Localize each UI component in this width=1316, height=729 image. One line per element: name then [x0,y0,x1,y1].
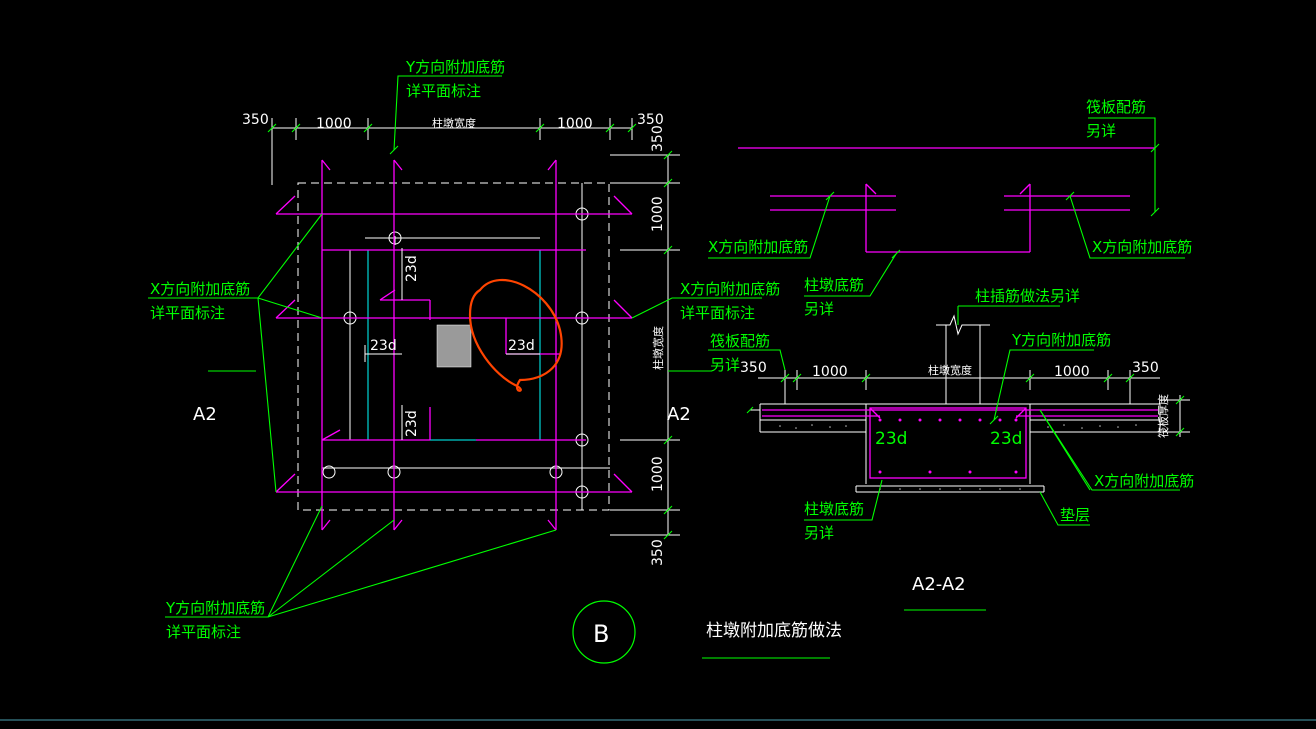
detail-circle-label: B [593,620,609,648]
note-y-bottom-1: Y方向附加底筋 [165,599,265,617]
section-mark-left: A2 [193,404,217,425]
markup-ellipse [468,278,563,392]
upper-pier-note-1: 柱墩底筋 [804,276,864,294]
sec-raft-note-2: 另详 [710,356,740,374]
note-x-right-1: X方向附加底筋 [680,280,780,298]
plan-view: 350 1000 柱墩宽度 1000 350 350 1000 柱墩宽度 100… [148,58,780,641]
note-y-top-1: Y方向附加底筋 [405,58,505,76]
plan-dim-right-350-bottom: 350 [650,539,666,566]
note-y-bottom-2: 详平面标注 [166,623,241,641]
plan-dim-pier-width: 柱墩宽度 [432,116,476,130]
upper-pier-note-2: 另详 [804,300,834,318]
upper-x-note-left: X方向附加底筋 [708,238,808,256]
sec-pier-note-2: 另详 [804,524,834,542]
sec-dim-1000-left: 1000 [812,364,848,380]
title-block: B 柱墩附加底筋做法 [572,600,842,664]
upper-section: 筏板配筋 另详 X方向附加底筋 X方向附加底筋 柱墩底筋 另详 [708,98,1192,318]
sec-cushion-note: 垫层 [1060,506,1090,524]
cad-drawing: 350 1000 柱墩宽度 1000 350 350 1000 柱墩宽度 100… [0,58,1316,721]
note-x-left-1: X方向附加底筋 [150,280,250,298]
column-section [436,324,472,368]
plan-23d-top: 23d [404,255,420,282]
drawing-title: 柱墩附加底筋做法 [706,621,842,641]
note-y-top-2: 详平面标注 [406,82,481,100]
sec-dim-1000-right: 1000 [1054,364,1090,380]
section-title: A2-A2 [912,574,966,595]
sec-x-note: X方向附加底筋 [1094,472,1194,490]
section-a2: 350 1000 柱墩宽度 1000 350 筏板厚度 23d 23d 柱插筋做… [708,287,1194,611]
sec-dim-350-right: 350 [1132,360,1159,376]
sec-23d-right: 23d [990,429,1022,449]
sec-dim-350-left: 350 [740,360,767,376]
sec-pier-note-1: 柱墩底筋 [804,500,864,518]
upper-raft-note-2: 另详 [1086,122,1116,140]
sec-raft-note-1: 筏板配筋 [710,332,770,350]
sec-23d-left: 23d [875,429,907,449]
note-x-right-2: 详平面标注 [680,304,755,322]
plan-dim-1000-right: 1000 [557,116,593,132]
upper-x-note-right: X方向附加底筋 [1092,238,1192,256]
plan-dim-right-1000-bottom: 1000 [650,456,666,492]
plan-23d-bottom: 23d [404,410,420,437]
section-mark-right: A2 [667,404,691,425]
plan-23d-left: 23d [370,338,397,354]
sec-y-note: Y方向附加底筋 [1011,331,1111,349]
plan-dim-right-1000-top: 1000 [650,196,666,232]
sec-raft-thickness: 筏板厚度 [1156,394,1170,438]
plan-dim-right-pier-width: 柱墩宽度 [651,326,665,370]
plan-23d-right: 23d [508,338,535,354]
sec-column-note: 柱插筋做法另详 [975,287,1080,305]
note-x-left-2: 详平面标注 [150,304,225,322]
plan-dim-350-left: 350 [242,112,269,128]
sec-dim-pier-width: 柱墩宽度 [928,363,972,377]
plan-dim-right [610,154,680,536]
upper-raft-note-1: 筏板配筋 [1086,98,1146,116]
plan-dim-right-350-top: 350 [650,125,666,152]
plan-dim-1000-left: 1000 [316,116,352,132]
